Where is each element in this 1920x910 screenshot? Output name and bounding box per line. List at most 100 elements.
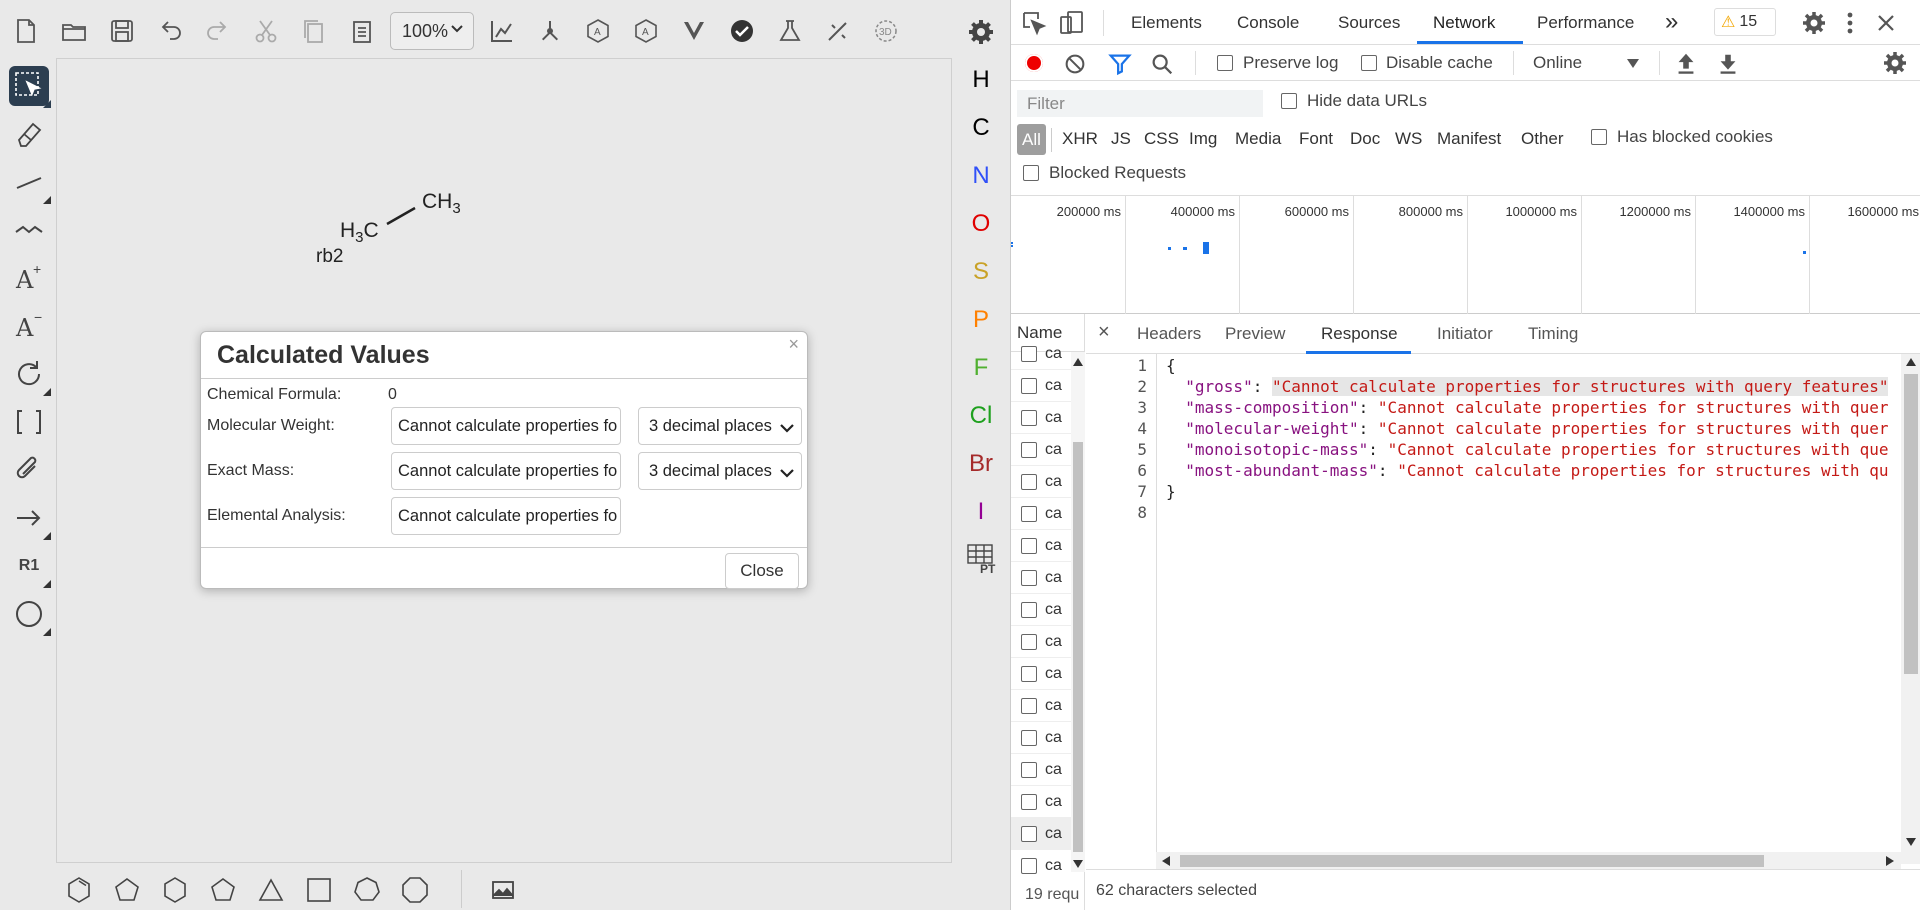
- clear-icon[interactable]: [1062, 51, 1088, 77]
- charge-minus-icon[interactable]: A −: [9, 306, 49, 346]
- zoom-select[interactable]: 100%: [390, 12, 474, 50]
- request-row[interactable]: ca: [1011, 818, 1071, 850]
- network-settings-icon[interactable]: [1881, 49, 1909, 77]
- scroll-down-icon[interactable]: [1073, 860, 1083, 868]
- request-row[interactable]: ca: [1011, 626, 1071, 658]
- request-checkbox[interactable]: [1021, 634, 1037, 650]
- export-har-icon[interactable]: [1715, 51, 1741, 77]
- request-checkbox[interactable]: [1021, 858, 1037, 874]
- scroll-up-icon[interactable]: [1906, 358, 1916, 366]
- request-row[interactable]: ca: [1011, 370, 1071, 402]
- search-icon[interactable]: [1149, 51, 1175, 77]
- type-filter-css[interactable]: CSS: [1144, 129, 1179, 149]
- request-checkbox[interactable]: [1021, 538, 1037, 554]
- dearomatize-icon[interactable]: A: [626, 11, 666, 51]
- type-filter-xhr[interactable]: XHR: [1062, 129, 1098, 149]
- paste-icon[interactable]: [342, 11, 382, 51]
- reaction-arrow-icon[interactable]: [9, 498, 51, 540]
- code-horizontal-scrollbar[interactable]: [1156, 852, 1901, 870]
- exact-mass-decimals-select[interactable]: 3 decimal places: [638, 452, 802, 490]
- calculated-values-icon[interactable]: [770, 11, 810, 51]
- clean-icon[interactable]: [530, 11, 570, 51]
- tab-initiator[interactable]: Initiator: [1437, 324, 1493, 344]
- has-blocked-cookies-checkbox[interactable]: [1591, 129, 1607, 145]
- preserve-log-checkbox[interactable]: [1217, 55, 1233, 71]
- stereo-icon[interactable]: [674, 11, 714, 51]
- hide-data-urls-checkbox[interactable]: [1281, 93, 1297, 109]
- undo-icon[interactable]: [150, 11, 190, 51]
- type-filter-other[interactable]: Other: [1521, 129, 1564, 149]
- cyclohexane-template-icon[interactable]: [158, 873, 192, 907]
- exact-mass-field[interactable]: Cannot calculate properties fo: [391, 452, 621, 490]
- tab-response[interactable]: Response: [1321, 324, 1398, 344]
- kebab-menu-icon[interactable]: [1835, 8, 1865, 38]
- request-list-scroll-thumb[interactable]: [1073, 442, 1083, 852]
- blocked-requests-checkbox[interactable]: [1023, 165, 1039, 181]
- disable-cache-checkbox[interactable]: [1361, 55, 1377, 71]
- tab-console[interactable]: Console: [1237, 13, 1299, 33]
- request-row[interactable]: ca: [1011, 498, 1071, 530]
- aromatize-icon[interactable]: A: [578, 11, 618, 51]
- request-checkbox[interactable]: [1021, 474, 1037, 490]
- cyclopentane-template-icon[interactable]: [206, 873, 240, 907]
- charge-plus-icon[interactable]: A +: [9, 258, 49, 298]
- request-row[interactable]: ca: [1011, 434, 1071, 466]
- scroll-up-icon[interactable]: [1073, 358, 1083, 366]
- element-button-o[interactable]: O: [952, 210, 1010, 238]
- response-code-view[interactable]: 1 2 3 4 5 6 7 8 { "gross": "Cannot calcu…: [1086, 354, 1920, 864]
- request-checkbox[interactable]: [1021, 442, 1037, 458]
- select-tool-icon[interactable]: [9, 66, 51, 108]
- element-button-cl[interactable]: Cl: [952, 402, 1010, 430]
- request-checkbox[interactable]: [1021, 666, 1037, 682]
- cyclobutane-template-icon[interactable]: [302, 873, 336, 907]
- request-row[interactable]: ca: [1011, 466, 1071, 498]
- record-icon[interactable]: [1025, 54, 1043, 72]
- request-checkbox[interactable]: [1021, 762, 1037, 778]
- shape-circle-icon[interactable]: [9, 594, 51, 636]
- tab-network[interactable]: Network: [1433, 13, 1495, 33]
- tab-sources[interactable]: Sources: [1338, 13, 1400, 33]
- attachment-tool-icon[interactable]: [9, 450, 49, 490]
- request-row[interactable]: ca: [1011, 850, 1071, 874]
- scroll-right-icon[interactable]: [1886, 856, 1894, 866]
- scroll-down-icon[interactable]: [1906, 838, 1916, 846]
- tab-elements[interactable]: Elements: [1131, 13, 1202, 33]
- template-library-icon[interactable]: [486, 873, 520, 907]
- element-button-i[interactable]: I: [952, 498, 1010, 526]
- request-checkbox[interactable]: [1021, 602, 1037, 618]
- element-button-f[interactable]: F: [952, 354, 1010, 382]
- 3d-viewer-icon[interactable]: 3D: [866, 11, 906, 51]
- sgroup-tool-icon[interactable]: [9, 402, 49, 442]
- type-filter-all[interactable]: All: [1017, 124, 1046, 155]
- request-row[interactable]: ca: [1011, 562, 1071, 594]
- request-row[interactable]: ca: [1011, 690, 1071, 722]
- dialog-close-icon[interactable]: ×: [788, 334, 799, 355]
- request-checkbox[interactable]: [1021, 506, 1037, 522]
- rgroup-tool[interactable]: R1: [9, 546, 51, 588]
- bond-tool-icon[interactable]: [9, 162, 51, 204]
- code-horizontal-scroll-thumb[interactable]: [1180, 855, 1764, 867]
- request-row[interactable]: ca: [1011, 530, 1071, 562]
- cyclopropane-template-icon[interactable]: [254, 873, 288, 907]
- element-button-h[interactable]: H: [952, 66, 1010, 94]
- tab-preview[interactable]: Preview: [1225, 324, 1285, 344]
- request-checkbox[interactable]: [1021, 410, 1037, 426]
- filter-icon[interactable]: [1107, 51, 1133, 77]
- request-row[interactable]: ca: [1011, 722, 1071, 754]
- element-button-br[interactable]: Br: [952, 450, 1010, 478]
- type-filter-img[interactable]: Img: [1189, 129, 1217, 149]
- element-button-s[interactable]: S: [952, 258, 1010, 286]
- request-row[interactable]: ca: [1011, 594, 1071, 626]
- check-structure-icon[interactable]: [722, 11, 762, 51]
- open-folder-icon[interactable]: [54, 11, 94, 51]
- close-button[interactable]: Close: [725, 553, 799, 589]
- copy-icon[interactable]: [294, 11, 334, 51]
- request-checkbox[interactable]: [1021, 378, 1037, 394]
- element-button-p[interactable]: P: [952, 306, 1010, 334]
- close-detail-icon[interactable]: ×: [1098, 321, 1110, 344]
- request-checkbox[interactable]: [1021, 794, 1037, 810]
- request-row[interactable]: ca: [1011, 402, 1071, 434]
- request-row[interactable]: ca: [1011, 786, 1071, 818]
- more-tabs-icon[interactable]: »: [1665, 8, 1678, 36]
- request-checkbox[interactable]: [1021, 570, 1037, 586]
